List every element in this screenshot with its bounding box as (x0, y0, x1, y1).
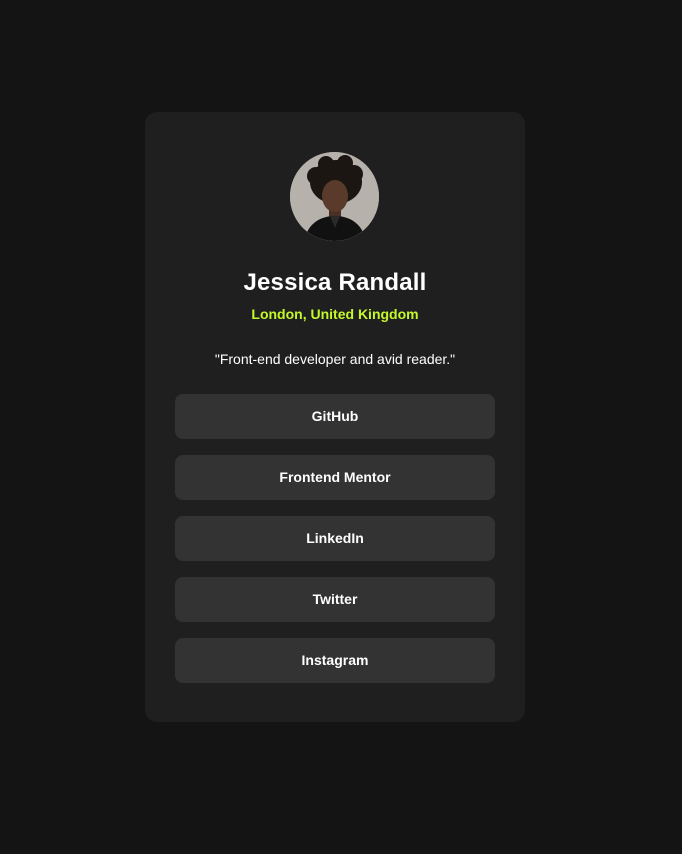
list-item: Instagram (175, 638, 495, 683)
profile-location: London, United Kingdom (251, 306, 419, 322)
list-item: LinkedIn (175, 516, 495, 561)
list-item: Twitter (175, 577, 495, 622)
instagram-link-button[interactable]: Instagram (175, 638, 495, 683)
list-item: GitHub (175, 394, 495, 439)
avatar (290, 152, 379, 241)
list-item: Frontend Mentor (175, 455, 495, 500)
profile-bio: "Front-end developer and avid reader." (214, 351, 456, 367)
profile-name: Jessica Randall (243, 269, 427, 296)
twitter-link-button[interactable]: Twitter (175, 577, 495, 622)
social-links-list: GitHub Frontend Mentor LinkedIn Twitter … (175, 394, 495, 699)
frontend-mentor-link-button[interactable]: Frontend Mentor (175, 455, 495, 500)
profile-photo-icon (290, 152, 379, 241)
linkedin-link-button[interactable]: LinkedIn (175, 516, 495, 561)
profile-card: Jessica Randall London, United Kingdom "… (145, 112, 525, 722)
github-link-button[interactable]: GitHub (175, 394, 495, 439)
